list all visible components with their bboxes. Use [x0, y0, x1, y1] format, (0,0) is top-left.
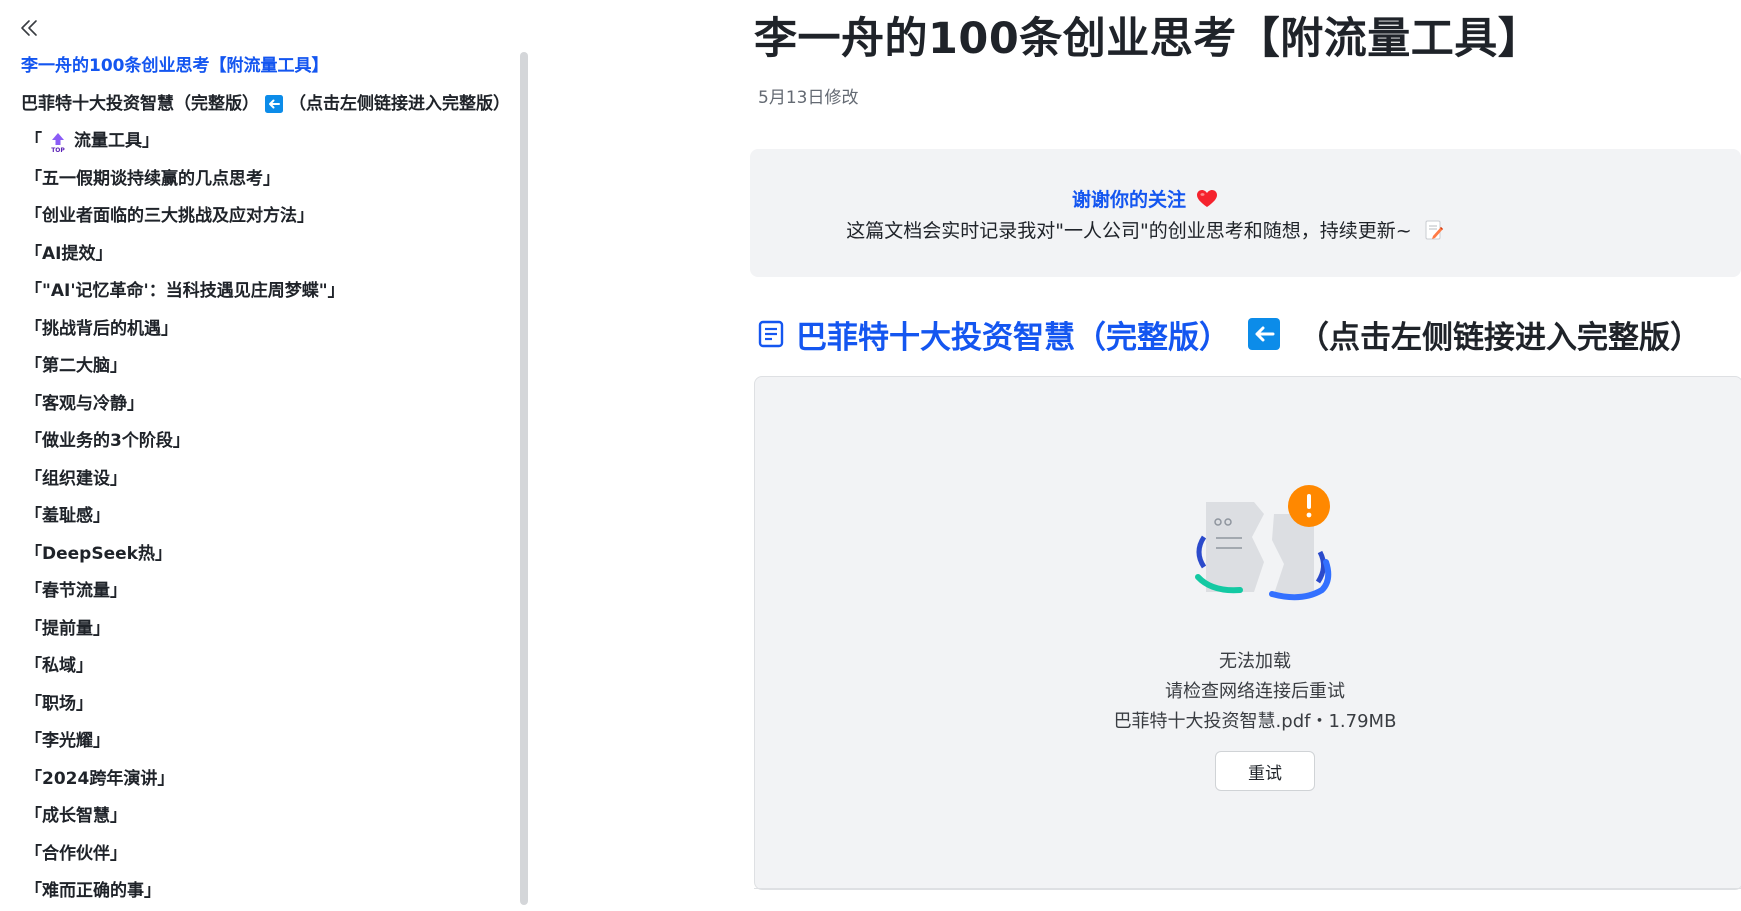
collapse-sidebar-button[interactable]: [14, 14, 44, 42]
toc-item-label: 「春节流量」: [25, 581, 127, 601]
toc-item[interactable]: 巴菲特十大投资智慧（完整版） （点击左侧链接进入完整版）: [0, 86, 520, 124]
divider: [754, 888, 1741, 889]
toc-item[interactable]: 「创业者面临的三大挑战及应对方法」: [0, 198, 520, 236]
toc-item-label: 「做业务的3个阶段」: [25, 431, 190, 451]
toc-item[interactable]: 「羞耻感」: [0, 498, 520, 536]
toc-item[interactable]: 「挑战背后的机遇」: [0, 311, 520, 349]
toc-item-label: 「第二大脑」: [25, 356, 127, 376]
toc-item-label: 「职场」: [25, 693, 93, 714]
callout-block: 谢谢你的关注 这篇文档会实时记录我对"一人公司"的创业思考和随想，持续更新~: [750, 149, 1741, 277]
left-arrow-icon: [265, 95, 283, 114]
toc-item-label: 「AI提效」: [25, 243, 113, 264]
document-area: 李一舟的100条创业思考【附流量工具】 5月13日修改 谢谢你的关注 这篇文档会…: [750, 0, 1741, 905]
svg-text:TOP: TOP: [51, 147, 65, 153]
toc-item[interactable]: 「李光耀」: [0, 723, 520, 761]
page-title: 李一舟的100条创业思考【附流量工具】: [754, 14, 1542, 64]
toc-item[interactable]: 「五一假期谈持续赢的几点思考」: [0, 161, 520, 199]
toc-item-suffix: （点击左侧链接进入完整版）: [289, 93, 510, 114]
toc-item[interactable]: 「组织建设」: [0, 461, 520, 499]
toc-item-label: 「成长智慧」: [25, 806, 127, 826]
double-chevron-left-icon: [21, 20, 37, 36]
file-preview-card[interactable]: 无法加载 请检查网络连接后重试 巴菲特十大投资智慧.pdf・1.79MB 重试: [754, 376, 1741, 890]
toc-item[interactable]: 「AI提效」: [0, 236, 520, 274]
toc-item-label: 「提前量」: [25, 618, 110, 639]
toc-item-label: 「DeepSeek热」: [25, 543, 172, 564]
file-info: 巴菲特十大投资智慧.pdf・1.79MB: [1113, 711, 1397, 732]
toc-item[interactable]: 「合作伙伴」: [0, 836, 520, 874]
section-heading-suffix: （点击左侧链接进入完整版）: [1298, 319, 1701, 356]
section-heading: 巴菲特十大投资智慧（完整版） （点击左侧链接进入完整版）: [756, 312, 1701, 356]
toc-item-label: 「合作伙伴」: [25, 843, 127, 864]
toc-item-suffix: 流量工具」: [74, 131, 159, 151]
error-title: 无法加载: [1219, 651, 1291, 672]
toc-item[interactable]: 「"AI'记忆革命'：当科技遇见庄周梦蝶"」: [0, 273, 520, 311]
toc-item[interactable]: 「2024跨年演讲」: [0, 761, 520, 799]
left-arrow-icon: [1248, 318, 1280, 350]
toc-item[interactable]: 「客观与冷静」: [0, 386, 520, 424]
toc-item[interactable]: 「私域」: [0, 648, 520, 686]
toc-item[interactable]: 「春节流量」: [0, 573, 520, 611]
callout-text: 这篇文档会实时记录我对"一人公司"的创业思考和随想，持续更新~: [846, 220, 1412, 242]
toc-item[interactable]: 「提前量」: [0, 611, 520, 649]
top-icon: TOP: [48, 131, 68, 153]
toc-item-label: 「挑战背后的机遇」: [25, 318, 178, 339]
toc-item-label: 「"AI'记忆革命'：当科技遇见庄周梦蝶"」: [25, 281, 345, 301]
toc-item[interactable]: 「职场」: [0, 686, 520, 724]
toc-item[interactable]: 李一舟的100条创业思考【附流量工具】: [0, 48, 520, 86]
memo-icon: [1425, 220, 1443, 239]
document-icon: [758, 320, 784, 348]
toc-item[interactable]: 「DeepSeek热」: [0, 536, 520, 574]
heart-icon: [1197, 189, 1217, 207]
file-load-error-illustration: [1195, 485, 1332, 601]
table-of-contents: 李一舟的100条创业思考【附流量工具】 巴菲特十大投资智慧（完整版） （点击左侧链接…: [0, 48, 520, 911]
error-subtitle: 请检查网络连接后重试: [1165, 681, 1345, 702]
toc-item-label: 李一舟的100条创业思考【附流量工具】: [21, 56, 329, 76]
toc-item-label: 「李光耀」: [25, 731, 110, 751]
callout-title: 谢谢你的关注: [1071, 189, 1186, 211]
toc-item-label: 「创业者面临的三大挑战及应对方法」: [25, 206, 314, 226]
toc-item[interactable]: 「成长智慧」: [0, 798, 520, 836]
toc-item-label: 「组织建设」: [25, 468, 127, 489]
toc-item[interactable]: 「做业务的3个阶段」: [0, 423, 520, 461]
toc-item[interactable]: 「 TOP 流量工具」: [0, 123, 520, 161]
retry-button[interactable]: 重试: [1215, 751, 1315, 791]
toc-item-label: 「羞耻感」: [25, 506, 110, 526]
sidebar-scrollbar[interactable]: [520, 52, 528, 905]
callout-title-row: 谢谢你的关注: [750, 185, 1540, 212]
toc-item-label: 巴菲特十大投资智慧（完整版）: [21, 93, 259, 114]
toc-item-label: 「客观与冷静」: [25, 393, 144, 414]
sidebar: 李一舟的100条创业思考【附流量工具】 巴菲特十大投资智慧（完整版） （点击左侧链接…: [0, 0, 530, 905]
toc-item[interactable]: 「第二大脑」: [0, 348, 520, 386]
toc-item-label: 「2024跨年演讲」: [25, 768, 175, 789]
section-heading-link[interactable]: 巴菲特十大投资智慧（完整版）: [796, 312, 1230, 357]
toc-item-label: 「私域」: [25, 656, 93, 676]
toc-item-label: 「: [25, 131, 42, 151]
toc-item-label: 「五一假期谈持续赢的几点思考」: [25, 168, 280, 189]
modified-time: 5月13日修改: [758, 88, 859, 108]
callout-text-row: 这篇文档会实时记录我对"一人公司"的创业思考和随想，持续更新~: [750, 216, 1540, 243]
